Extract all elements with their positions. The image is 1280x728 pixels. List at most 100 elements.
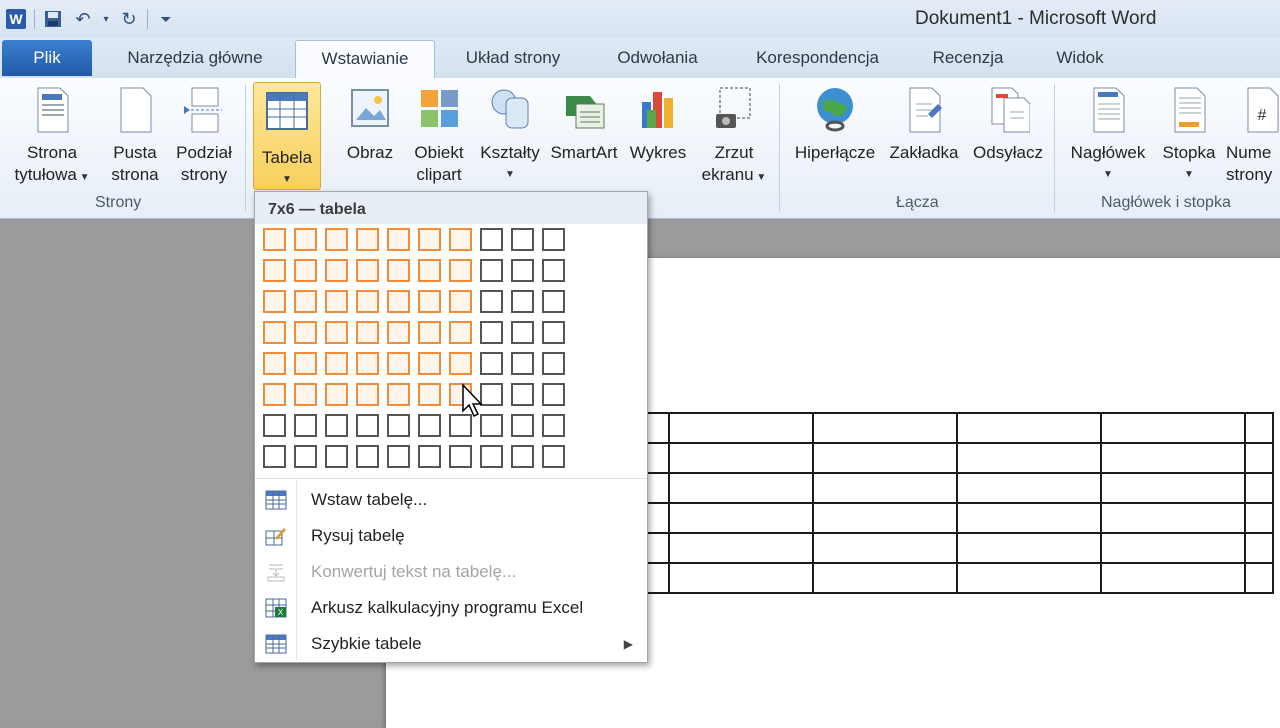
table-grid-cell[interactable] [294, 445, 317, 468]
tab-home[interactable]: Narzędzia główne [110, 40, 280, 76]
table-grid-cell[interactable] [263, 445, 286, 468]
table-grid-cell[interactable] [542, 383, 565, 406]
table-grid-cell[interactable] [294, 259, 317, 282]
table-grid-cell[interactable] [449, 352, 472, 375]
table-grid-cell[interactable] [511, 352, 534, 375]
table-grid-cell[interactable] [356, 290, 379, 313]
menu-draw-table[interactable]: Rysuj tabelę [255, 519, 647, 553]
tab-page-layout[interactable]: Układ strony [448, 40, 578, 76]
picture-button[interactable]: Obraz [340, 84, 400, 164]
table-grid-cell[interactable] [418, 414, 441, 437]
table-grid-cell[interactable] [263, 228, 286, 251]
table-grid-cell[interactable] [325, 445, 348, 468]
table-button[interactable]: Tabela ▼ [253, 82, 321, 190]
page-number-button[interactable]: # Nume strony [1226, 84, 1280, 186]
table-grid-cell[interactable] [325, 259, 348, 282]
undo-icon[interactable]: ↶ [71, 7, 95, 31]
page-break-button[interactable]: Podział strony [170, 84, 238, 186]
tab-references[interactable]: Odwołania [600, 40, 715, 76]
table-grid-cell[interactable] [387, 290, 410, 313]
table-grid-cell[interactable] [480, 259, 503, 282]
header-button[interactable]: Nagłówek ▼ [1062, 84, 1154, 186]
table-grid-cell[interactable] [263, 259, 286, 282]
table-grid-cell[interactable] [418, 445, 441, 468]
table-grid-cell[interactable] [294, 290, 317, 313]
tab-review[interactable]: Recenzja [918, 40, 1018, 76]
table-grid-cell[interactable] [356, 445, 379, 468]
smartart-button[interactable]: SmartArt [546, 84, 622, 164]
table-grid-cell[interactable] [356, 321, 379, 344]
table-grid-cell[interactable] [480, 445, 503, 468]
table-grid-cell[interactable] [418, 383, 441, 406]
menu-insert-table[interactable]: Wstaw tabelę... [255, 483, 647, 517]
screenshot-button[interactable]: Zrzut ekranu ▼ [696, 84, 772, 189]
table-grid-cell[interactable] [449, 414, 472, 437]
menu-excel-spreadsheet[interactable]: X Arkusz kalkulacyjny programu Excel [255, 591, 647, 625]
table-grid-cell[interactable] [387, 228, 410, 251]
table-grid-cell[interactable] [294, 383, 317, 406]
table-grid-cell[interactable] [418, 228, 441, 251]
table-grid-cell[interactable] [263, 414, 286, 437]
table-grid-cell[interactable] [542, 228, 565, 251]
table-grid-cell[interactable] [356, 414, 379, 437]
table-grid-cell[interactable] [387, 259, 410, 282]
customize-qat-icon[interactable]: ⏷ [154, 7, 178, 31]
save-icon[interactable] [41, 7, 65, 31]
footer-button[interactable]: Stopka ▼ [1156, 84, 1222, 186]
blank-page-button[interactable]: Pusta strona [104, 84, 166, 186]
table-grid-cell[interactable] [325, 228, 348, 251]
tab-mailings[interactable]: Korespondencja [740, 40, 895, 76]
table-grid-cell[interactable] [542, 290, 565, 313]
shapes-button[interactable]: Kształty ▼ [476, 84, 544, 186]
table-grid-cell[interactable] [387, 383, 410, 406]
cover-page-button[interactable]: Strona tytułowa ▼ [6, 84, 98, 189]
table-grid-cell[interactable] [480, 352, 503, 375]
table-grid-cell[interactable] [325, 321, 348, 344]
table-grid-cell[interactable] [294, 414, 317, 437]
word-app-icon[interactable]: W [4, 7, 28, 31]
table-grid-cell[interactable] [263, 321, 286, 344]
table-grid-cell[interactable] [480, 383, 503, 406]
table-grid-cell[interactable] [294, 228, 317, 251]
table-grid-cell[interactable] [418, 321, 441, 344]
table-grid-cell[interactable] [542, 445, 565, 468]
table-grid-cell[interactable] [449, 228, 472, 251]
table-grid-cell[interactable] [480, 228, 503, 251]
table-grid-cell[interactable] [356, 383, 379, 406]
table-grid-cell[interactable] [511, 445, 534, 468]
table-grid-cell[interactable] [418, 352, 441, 375]
table-grid-cell[interactable] [263, 290, 286, 313]
undo-dropdown-icon[interactable]: ▾ [101, 7, 111, 31]
table-grid-cell[interactable] [387, 414, 410, 437]
table-grid-cell[interactable] [325, 383, 348, 406]
table-grid-cell[interactable] [294, 321, 317, 344]
menu-quick-tables[interactable]: Szybkie tabele ▶ [255, 627, 647, 661]
chart-button[interactable]: Wykres [626, 84, 690, 164]
table-grid-cell[interactable] [325, 352, 348, 375]
table-grid-cell[interactable] [418, 290, 441, 313]
tab-view[interactable]: Widok [1040, 40, 1120, 76]
table-grid-cell[interactable] [294, 352, 317, 375]
hyperlink-button[interactable]: Hiperłącze [790, 84, 880, 164]
table-grid-cell[interactable] [480, 321, 503, 344]
table-grid-cell[interactable] [511, 228, 534, 251]
table-grid-cell[interactable] [449, 445, 472, 468]
table-grid-cell[interactable] [356, 259, 379, 282]
table-grid-cell[interactable] [542, 414, 565, 437]
table-grid-cell[interactable] [480, 290, 503, 313]
table-grid-cell[interactable] [449, 321, 472, 344]
table-grid-cell[interactable] [387, 321, 410, 344]
tab-file[interactable]: Plik [2, 40, 92, 76]
table-grid-cell[interactable] [511, 321, 534, 344]
table-grid-cell[interactable] [511, 414, 534, 437]
table-grid-cell[interactable] [542, 259, 565, 282]
bookmark-button[interactable]: Zakładka [884, 84, 964, 164]
table-grid-cell[interactable] [542, 352, 565, 375]
table-grid-cell[interactable] [542, 321, 565, 344]
table-grid-cell[interactable] [418, 259, 441, 282]
table-grid-cell[interactable] [511, 290, 534, 313]
table-grid-cell[interactable] [387, 445, 410, 468]
table-grid-cell[interactable] [263, 352, 286, 375]
document-table[interactable] [640, 412, 1274, 594]
table-grid-cell[interactable] [387, 352, 410, 375]
